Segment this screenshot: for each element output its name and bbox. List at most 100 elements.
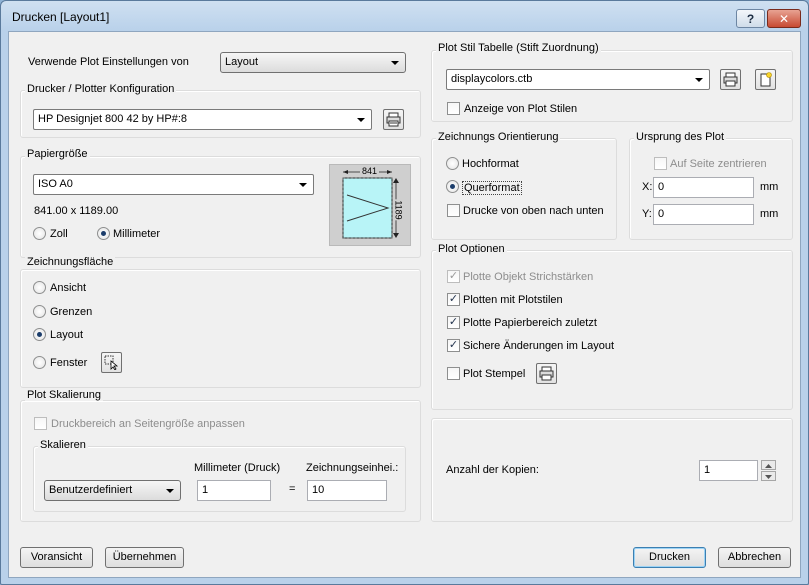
fit-to-paper-checkbox[interactable] xyxy=(34,417,47,430)
area-limits-label: Grenzen xyxy=(50,306,93,318)
plotstyle-value: displaycolors.ctb xyxy=(451,73,533,85)
origin-x-label: X: xyxy=(642,181,653,193)
plot-settings-value: Layout xyxy=(225,56,259,68)
title-bar[interactable]: Drucken [Layout1] ? ✕ xyxy=(1,1,808,31)
paper-size-text: 841.00 x 1189.00 xyxy=(34,205,119,217)
scaling-group-label: Plot Skalierung xyxy=(25,389,103,401)
preview-height-label: 1189 xyxy=(393,199,404,221)
equals-sign: = xyxy=(289,483,296,495)
scale-subgroup-label: Skalieren xyxy=(38,439,88,451)
paper-size-value: ISO A0 xyxy=(38,178,73,190)
scale-subgroup xyxy=(33,446,406,512)
printer-properties-icon xyxy=(386,112,401,127)
edit-plotstyle-button[interactable] xyxy=(720,69,741,90)
area-layout-radio[interactable] xyxy=(33,328,46,341)
printer-select[interactable]: HP Designjet 800 42 by HP#:8 xyxy=(33,109,372,130)
dialog-body: Verwende Plot Einstellungen von Layout D… xyxy=(8,31,801,578)
area-layout-label: Layout xyxy=(50,329,84,341)
plot-stamp-label: Plot Stempel xyxy=(463,368,526,380)
paper-group-label: Papiergröße xyxy=(25,148,90,160)
scale-select[interactable]: Benutzerdefiniert xyxy=(44,480,181,501)
paper-size-select[interactable]: ISO A0 xyxy=(33,174,314,195)
scale-value: Benutzerdefiniert xyxy=(49,484,133,496)
cancel-button[interactable]: Abbrechen xyxy=(718,547,791,568)
landscape-radio[interactable] xyxy=(446,180,459,193)
portrait-label: Hochformat xyxy=(462,158,519,170)
plot-with-styles-checkbox[interactable]: ✓ xyxy=(447,293,460,306)
upside-down-checkbox[interactable] xyxy=(447,204,460,217)
drawing-units-label: Zeichnungseinhei.: xyxy=(306,462,399,474)
fit-to-paper-label: Druckbereich an Seitengröße anpassen xyxy=(51,418,245,430)
area-limits-radio[interactable] xyxy=(33,305,46,318)
spin-up-button[interactable] xyxy=(761,460,776,470)
pick-window-icon xyxy=(104,355,119,370)
pick-window-button[interactable] xyxy=(101,352,122,373)
center-on-page-label: Auf Seite zentrieren xyxy=(670,158,767,170)
orientation-group-label: Zeichnungs Orientierung xyxy=(436,131,561,143)
printer-properties-button[interactable] xyxy=(383,109,404,130)
area-window-radio[interactable] xyxy=(33,356,46,369)
new-document-icon xyxy=(760,72,772,87)
chevron-down-icon xyxy=(166,489,174,493)
unit-mm-radio[interactable] xyxy=(97,227,110,240)
new-plotstyle-button[interactable] xyxy=(755,69,776,90)
copies-spinner[interactable] xyxy=(761,460,777,481)
printer-value: HP Designjet 800 42 by HP#:8 xyxy=(38,113,187,125)
print-dialog: Drucken [Layout1] ? ✕ Verwende Plot Eins… xyxy=(0,0,809,585)
save-changes-checkbox[interactable]: ✓ xyxy=(447,339,460,352)
plot-settings-select[interactable]: Layout xyxy=(220,52,406,73)
unit-inch-radio[interactable] xyxy=(33,227,46,240)
window-title: Drucken [Layout1] xyxy=(12,10,110,24)
preview-button[interactable]: Voransicht xyxy=(20,547,93,568)
plotstyle-select[interactable]: displaycolors.ctb xyxy=(446,69,710,90)
chevron-down-icon xyxy=(391,61,399,65)
stamp-settings-icon xyxy=(539,366,554,381)
unit-inch-label: Zoll xyxy=(50,228,68,240)
origin-x-unit: mm xyxy=(760,181,779,193)
spin-down-button[interactable] xyxy=(761,471,776,481)
drawing-units-input[interactable]: 10 xyxy=(307,480,387,501)
lineweights-label: Plotte Objekt Strichstärken xyxy=(463,271,594,283)
upside-down-label: Drucke von oben nach unten xyxy=(463,205,604,217)
paperspace-last-label: Plotte Papierbereich zuletzt xyxy=(463,317,597,329)
plotstyle-group-label: Plot Stil Tabelle (Stift Zuordnung) xyxy=(436,42,601,54)
printer-group-label: Drucker / Plotter Konfiguration xyxy=(25,83,177,95)
unit-mm-label: Millimeter xyxy=(113,228,161,240)
paper-preview: 841 1189 xyxy=(329,164,411,246)
close-button[interactable]: ✕ xyxy=(767,9,801,28)
help-button[interactable]: ? xyxy=(736,9,765,28)
lineweights-checkbox[interactable]: ✓ xyxy=(447,270,460,283)
printer-edit-icon xyxy=(723,72,738,87)
chevron-down-icon xyxy=(357,118,365,122)
paperspace-last-checkbox[interactable]: ✓ xyxy=(447,316,460,329)
portrait-radio[interactable] xyxy=(446,157,459,170)
save-changes-label: Sichere Änderungen im Layout xyxy=(463,340,615,352)
mm-print-label: Millimeter (Druck) xyxy=(194,462,281,474)
landscape-label: Querformat xyxy=(462,181,522,195)
show-plotstyles-label: Anzeige von Plot Stilen xyxy=(464,103,578,115)
area-view-radio[interactable] xyxy=(33,281,46,294)
apply-button[interactable]: Übernehmen xyxy=(105,547,184,568)
origin-y-unit: mm xyxy=(760,208,779,220)
plot-with-styles-label: Plotten mit Plotstilen xyxy=(463,294,563,306)
plot-stamp-settings-button[interactable] xyxy=(536,363,557,384)
chevron-down-icon xyxy=(695,78,703,82)
plot-stamp-checkbox[interactable] xyxy=(447,367,460,380)
origin-y-input[interactable]: 0 xyxy=(653,204,754,225)
show-plotstyles-checkbox[interactable] xyxy=(447,102,460,115)
copies-label: Anzahl der Kopien: xyxy=(446,464,539,476)
print-button[interactable]: Drucken xyxy=(633,547,706,568)
options-group-label: Plot Optionen xyxy=(436,243,507,255)
plot-settings-label: Verwende Plot Einstellungen von xyxy=(28,56,189,68)
spin-up-icon xyxy=(765,464,772,468)
area-group-label: Zeichnungsfläche xyxy=(25,256,116,268)
preview-width-label: 841 xyxy=(360,166,380,176)
mm-print-input[interactable]: 1 xyxy=(197,480,271,501)
origin-x-input[interactable]: 0 xyxy=(653,177,754,198)
area-view-label: Ansicht xyxy=(50,282,87,294)
origin-group-label: Ursprung des Plot xyxy=(634,131,727,143)
origin-y-label: Y: xyxy=(642,208,652,220)
chevron-down-icon xyxy=(299,183,307,187)
copies-input[interactable]: 1 xyxy=(699,460,758,481)
center-on-page-checkbox[interactable] xyxy=(654,157,667,170)
